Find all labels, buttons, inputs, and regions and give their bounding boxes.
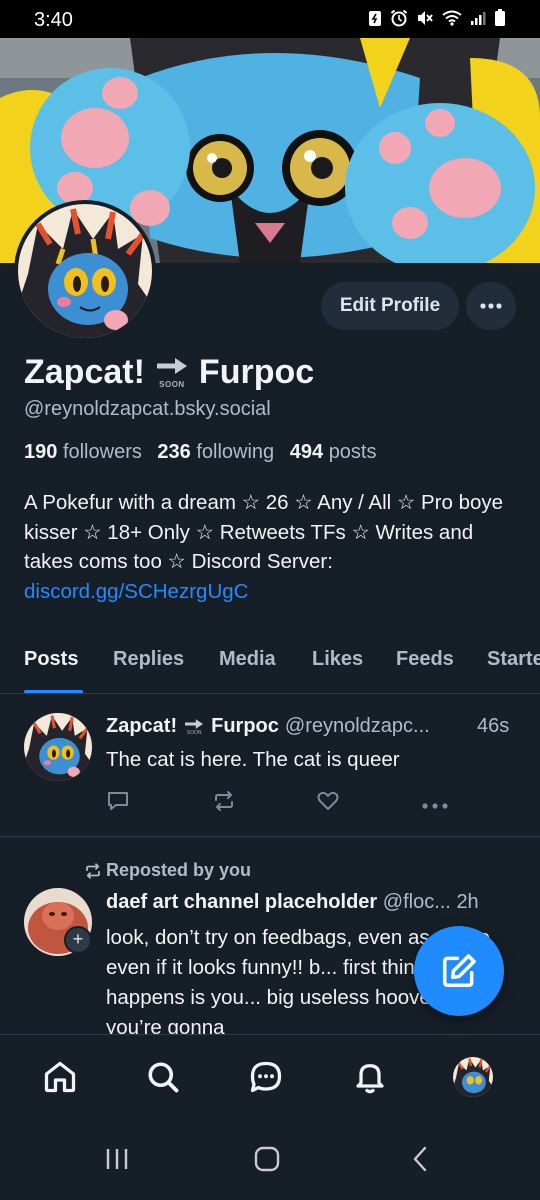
mute-icon — [416, 9, 434, 32]
following-link[interactable]: 236 following — [157, 441, 274, 463]
more-options-button[interactable] — [466, 282, 516, 330]
profile-avatar[interactable] — [18, 204, 152, 338]
repost-label: Reposted by you — [106, 860, 252, 880]
tab-replies[interactable]: Replies — [113, 648, 184, 671]
post-actions — [106, 789, 456, 815]
follow-plus-button[interactable]: + — [64, 926, 92, 954]
status-bar: 3:40 — [0, 0, 540, 38]
reply-button[interactable] — [106, 789, 130, 818]
like-button[interactable] — [316, 789, 340, 818]
post-author-name[interactable]: daef art channel placeholder — [106, 891, 377, 913]
following-label: following — [196, 441, 275, 463]
followers-link[interactable]: 190 followers — [24, 441, 142, 463]
bottom-navigation — [0, 1034, 540, 1122]
compose-post-button[interactable] — [414, 926, 504, 1016]
repost-indicator: Reposted by you — [84, 860, 251, 881]
nav-home-button[interactable] — [40, 1057, 80, 1097]
recent-apps-icon — [106, 1149, 128, 1169]
arrow-right-icon — [185, 718, 204, 729]
tab-feeds[interactable]: Feeds — [396, 648, 454, 671]
post-author-avatar[interactable] — [24, 713, 92, 781]
status-icons — [368, 9, 506, 32]
nav-search-button[interactable] — [143, 1057, 183, 1097]
repost-button[interactable] — [212, 789, 236, 818]
posts-label: posts — [328, 441, 377, 463]
reply-icon — [108, 792, 128, 810]
tab-starter-packs[interactable]: Starte — [487, 648, 540, 671]
post-text: The cat is here. The cat is queer — [106, 748, 400, 771]
post-author-name[interactable]: Zapcat! — [106, 715, 177, 738]
repost-icon — [86, 862, 100, 879]
followers-count: 190 — [24, 441, 58, 463]
profile-stats: 190 followers 236 following 494 posts — [24, 441, 377, 464]
following-count: 236 — [157, 441, 191, 463]
post-more-button[interactable] — [422, 797, 448, 815]
nav-chat-button[interactable] — [246, 1057, 286, 1097]
tab-media[interactable]: Media — [219, 648, 276, 671]
nav-profile-button[interactable] — [453, 1057, 493, 1097]
bio-text: A Pokefur with a dream ☆ 26 ☆ Any / All … — [24, 491, 504, 573]
profile-handle: @reynoldzapcat.bsky.social — [24, 398, 271, 420]
ellipsis-icon — [480, 303, 502, 309]
display-name-part1: Zapcat! — [24, 353, 145, 391]
home-icon — [44, 1061, 76, 1093]
display-name: Zapcat! SOON Furpoc — [24, 353, 314, 392]
post-header: daef art channel placeholder @floc... 2h — [106, 891, 479, 914]
soon-label: SOON — [186, 729, 202, 736]
battery-saver-icon — [368, 9, 382, 32]
post-time: 2h — [456, 891, 479, 913]
post-header: Zapcat! SOON Furpoc @reynoldzapc... — [106, 715, 430, 738]
posts-count: 494 — [289, 441, 324, 463]
post-author-name-part2[interactable]: Furpoc — [211, 715, 279, 738]
battery-icon — [494, 9, 506, 32]
repost-icon — [215, 791, 233, 811]
bell-icon — [356, 1064, 384, 1094]
search-icon — [148, 1062, 179, 1093]
profile-bio: A Pokefur with a dream ☆ 26 ☆ Any / All … — [24, 488, 524, 606]
recent-apps-button[interactable] — [104, 1146, 130, 1177]
chat-icon — [250, 1061, 282, 1093]
alarm-icon — [390, 9, 408, 32]
back-chevron-icon — [413, 1146, 427, 1172]
arrow-right-icon — [155, 356, 189, 380]
post-author-handle: @floc... — [382, 891, 451, 913]
ellipsis-icon — [422, 803, 448, 809]
signal-icon — [470, 10, 486, 31]
heart-icon — [317, 791, 339, 810]
compose-icon — [443, 954, 476, 987]
profile-tabs: Posts Replies Media Likes Feeds Starte — [0, 640, 540, 694]
tab-posts[interactable]: Posts — [24, 648, 78, 671]
wifi-icon — [442, 10, 462, 31]
feed-post[interactable]: Zapcat! SOON Furpoc @reynoldzapc... 46s … — [0, 695, 540, 837]
soon-label: SOON — [159, 380, 185, 389]
active-tab-indicator — [24, 690, 83, 693]
system-navigation-bar — [0, 1122, 540, 1200]
profile-avatar — [453, 1057, 493, 1097]
nav-notifications-button[interactable] — [350, 1057, 390, 1097]
soon-arrow-emoji: SOON — [183, 718, 205, 736]
profile-avatar-frame[interactable] — [14, 200, 156, 342]
followers-label: followers — [62, 441, 142, 463]
tab-likes[interactable]: Likes — [312, 648, 363, 671]
post-time: 46s — [477, 715, 510, 737]
back-button[interactable] — [408, 1146, 434, 1177]
status-time: 3:40 — [34, 9, 73, 31]
posts-stat: 494 posts — [290, 441, 377, 463]
home-system-button[interactable] — [254, 1146, 280, 1177]
post-author-handle: @reynoldzapc... — [284, 715, 430, 737]
home-square-icon — [254, 1146, 280, 1172]
discord-link[interactable]: discord.gg/SCHezrgUgC — [24, 580, 248, 603]
display-name-part2: Furpoc — [198, 353, 315, 391]
edit-profile-button[interactable]: Edit Profile — [321, 282, 459, 330]
soon-arrow-emoji: SOON — [155, 356, 189, 389]
